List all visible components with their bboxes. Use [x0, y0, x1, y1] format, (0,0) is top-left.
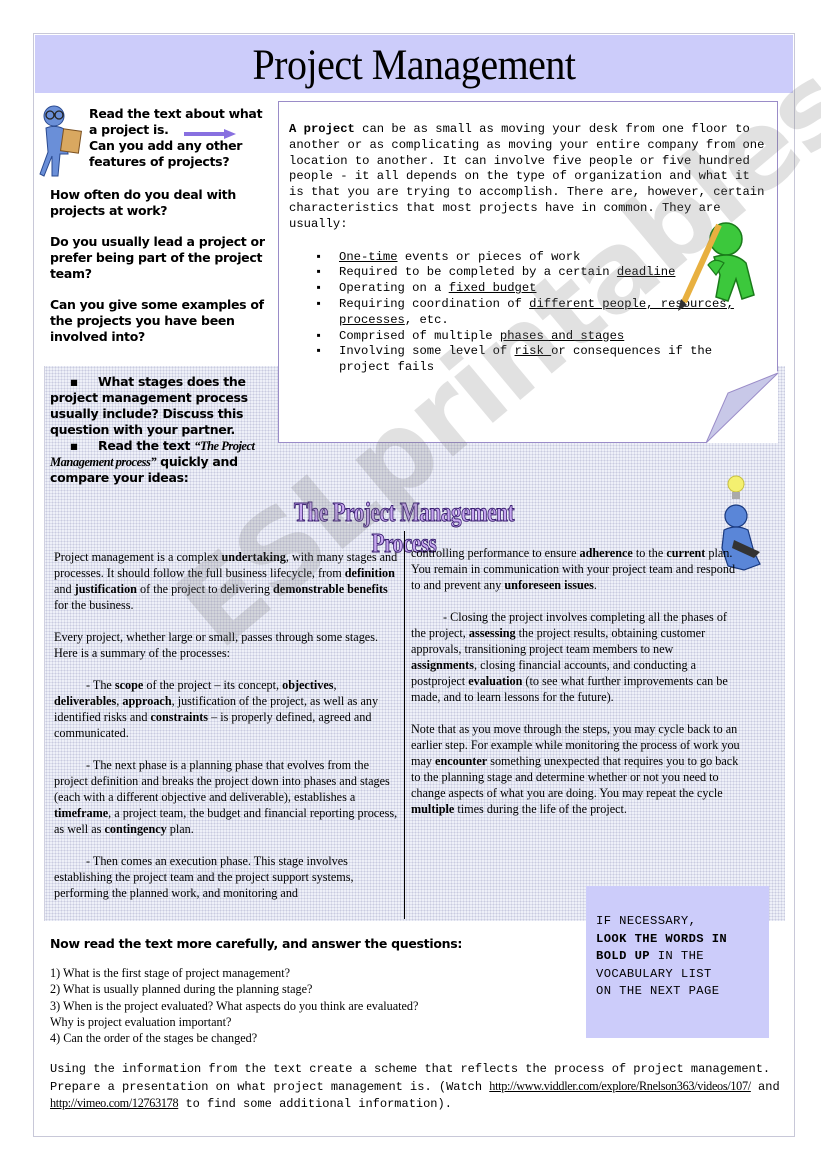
- discussion-questions: How often do you deal with projects at w…: [50, 187, 280, 360]
- discussion-question: How often do you deal with projects at w…: [50, 187, 236, 218]
- presentation-task: Using the information from the text crea…: [50, 1062, 780, 1111]
- paragraph: Project management is a complex undertak…: [54, 550, 398, 612]
- paragraph-execution: - Then comes an execution phase. This st…: [54, 854, 354, 900]
- list-item: Comprised of multiple phases and stages: [315, 329, 769, 345]
- vimeo-link[interactable]: http://vimeo.com/12763178: [50, 1096, 179, 1110]
- vocab-line: LOOK THE WORDS IN: [596, 931, 728, 946]
- vocab-term: current: [666, 546, 706, 560]
- paragraph-closing: - Closing the project involves completin…: [411, 610, 728, 704]
- question-item: 1) What is the first stage of project ma…: [50, 966, 291, 980]
- vocab-term: deliverables: [54, 694, 117, 708]
- vocab-line: BOLD UP IN THE: [596, 949, 704, 963]
- title-banner: Project Management: [35, 35, 793, 93]
- vocab-term: encounter: [435, 754, 488, 768]
- question-item: 4) Can the order of the stages be change…: [50, 1031, 258, 1046]
- vocab-term: approach: [122, 694, 172, 708]
- vocab-term: adherence: [579, 546, 633, 560]
- list-item: Involving some level of risk or conseque…: [315, 344, 769, 376]
- viddler-link[interactable]: http://www.viddler.com/explore/Rnelson36…: [489, 1079, 751, 1093]
- bullet: ▪: [69, 438, 79, 453]
- vocab-line: IF NECESSARY,: [596, 914, 697, 928]
- green-person-pencil-icon: [678, 222, 755, 311]
- page-title: Project Management: [252, 39, 576, 89]
- discussion-question: Do you usually lead a project or prefer …: [50, 234, 265, 281]
- discussion-question: Can you give some examples of the projec…: [50, 297, 264, 344]
- process-text-right: controlling performance to ensure adhere…: [411, 545, 741, 833]
- vocab-term: definition: [344, 566, 395, 580]
- vocab-term: constraints: [150, 710, 209, 724]
- column-divider: [404, 531, 405, 919]
- questions-heading: Now read the text more carefully, and an…: [50, 936, 463, 951]
- vocab-term: justification: [74, 582, 137, 596]
- worksheet-page: Project Management Read the text about w…: [33, 0, 821, 1137]
- project-definition-note: A project can be as small as moving your…: [278, 101, 778, 443]
- pre-reading-tasks: ▪ What stages does the project management…: [50, 374, 265, 486]
- vocab-term: timeframe: [54, 806, 109, 820]
- arrow-right-icon: [184, 129, 236, 139]
- note-text: can be as small as moving your desk from…: [289, 122, 765, 231]
- intro-line-1: Read the text about what a project is.: [89, 106, 263, 137]
- vocab-term: assignments: [411, 658, 474, 672]
- vocab-term: assessing: [468, 626, 516, 640]
- vocabulary-hint-box: IF NECESSARY, LOOK THE WORDS IN BOLD UP …: [586, 886, 769, 1038]
- vocab-line: ON THE NEXT PAGE: [596, 984, 720, 998]
- vocab-term: multiple: [411, 802, 455, 816]
- stages-question: ▪ What stages does the project management…: [50, 374, 248, 437]
- vocab-line: VOCABULARY LIST: [596, 966, 712, 981]
- vocab-term: undertaking: [221, 550, 286, 564]
- bullet: ▪: [69, 374, 79, 389]
- reading-person-icon: [39, 105, 83, 177]
- page-curl: [706, 371, 778, 443]
- paragraph-planning: - The next phase is a planning phase tha…: [54, 758, 398, 836]
- intro-line-2: Can you add any other features of projec…: [89, 138, 243, 169]
- vocab-term: scope: [114, 678, 144, 692]
- paragraph-execution-cont: controlling performance to ensure adhere…: [411, 546, 736, 592]
- question-item: 2) What is usually planned during the pl…: [50, 982, 313, 997]
- lightbulb-icon: [727, 475, 745, 499]
- vocab-term: demonstrable benefits: [273, 582, 388, 596]
- paragraph-note: Note that as you move through the steps,…: [411, 722, 740, 816]
- note-lead: A project: [289, 122, 355, 136]
- vocab-term: objectives: [282, 678, 334, 692]
- paragraph: Every project, whether large or small, p…: [54, 630, 379, 660]
- comprehension-questions: 1) What is the first stage of project ma…: [50, 965, 418, 1046]
- vocab-term: unforeseen issues: [504, 578, 594, 592]
- intro-instructions: Read the text about what a project is. C…: [89, 106, 274, 170]
- note-paragraph: A project can be as small as moving your…: [289, 122, 769, 233]
- vocab-term: contingency: [104, 822, 167, 836]
- vocab-term: evaluation: [468, 674, 523, 688]
- read-quickly-task: ▪ Read the text “The Project Management p…: [50, 438, 255, 485]
- question-item: Why is project evaluation important?: [50, 1014, 232, 1029]
- process-text-left: Project management is a complex undertak…: [54, 549, 399, 917]
- question-item: 3) When is the project evaluated? What a…: [50, 998, 419, 1013]
- paragraph-scope: - The scope of the project – its concept…: [54, 678, 379, 740]
